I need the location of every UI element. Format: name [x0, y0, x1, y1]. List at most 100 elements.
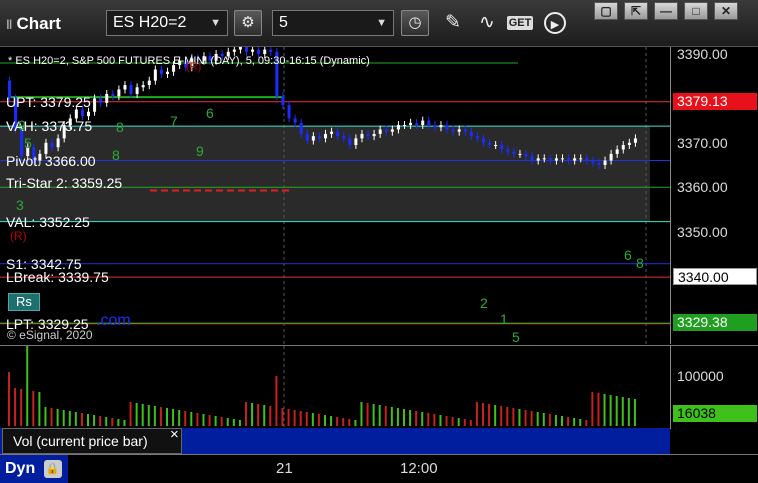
- volume-bar: [105, 417, 108, 426]
- volume-bar: [281, 408, 284, 426]
- volume-axis[interactable]: 100000 16038: [670, 345, 758, 429]
- candle-body: [366, 133, 370, 137]
- volume-bar: [20, 389, 23, 426]
- price-chart-svg: [0, 41, 670, 344]
- volume-bar: [299, 411, 302, 426]
- candle-body: [251, 49, 255, 52]
- td-marker: 5: [512, 329, 520, 345]
- volume-bar: [573, 418, 576, 426]
- volume-bar: [196, 413, 199, 426]
- volume-bar: [178, 410, 181, 426]
- candle-body: [445, 125, 449, 130]
- volume-bar: [26, 340, 29, 426]
- volume-study-text: Vol (current price bar): [13, 433, 148, 449]
- symbol-value: ES H20=2: [113, 14, 187, 31]
- get-data-icon[interactable]: GET: [505, 10, 535, 36]
- candle-body: [463, 129, 467, 132]
- volume-bar: [38, 392, 41, 426]
- volume-bar: [567, 417, 570, 426]
- chevron-down-icon[interactable]: ▼: [210, 11, 221, 35]
- price-chart[interactable]: * ES H20=2, S&P 500 FUTURES E-MINI (DAY)…: [0, 41, 670, 345]
- volume-study-label[interactable]: Vol (current price bar): [2, 428, 182, 454]
- volume-bar: [536, 412, 539, 426]
- price-axis[interactable]: 3390.003380.003370.003360.003350.003340.…: [670, 46, 758, 344]
- lock-icon[interactable]: 🔒: [43, 459, 62, 478]
- level-label: LPT: 3329.25: [6, 315, 89, 332]
- candle-body: [500, 145, 504, 150]
- candle-body: [50, 142, 54, 148]
- window-title-text: Chart: [16, 14, 61, 33]
- popout-button[interactable]: ⇱: [624, 2, 648, 20]
- play-icon[interactable]: ▶: [540, 10, 570, 36]
- gear-button[interactable]: ⚙: [234, 10, 262, 36]
- candle-body: [166, 71, 169, 74]
- volume-bar: [609, 395, 612, 426]
- td-marker: 6: [206, 105, 214, 121]
- level-label: VAL: 3352.25: [6, 213, 90, 230]
- close-button[interactable]: ✕: [714, 2, 738, 20]
- symbol-combo[interactable]: ES H20=2 ▼: [106, 10, 228, 36]
- volume-bar: [439, 415, 442, 426]
- rs-badge[interactable]: Rs: [8, 293, 40, 311]
- price-tick: 3350.00: [677, 223, 728, 240]
- candle-body: [609, 153, 613, 161]
- clock-button[interactable]: ◷: [401, 10, 429, 36]
- volume-bar: [93, 415, 96, 426]
- volume-bar: [62, 410, 65, 426]
- candle-body: [518, 153, 522, 155]
- volume-bar: [342, 418, 345, 426]
- candle-body: [396, 125, 400, 130]
- dynamic-mode-button[interactable]: Dyn 🔒: [0, 455, 68, 483]
- volume-bar: [153, 406, 156, 426]
- volume-bar: [245, 402, 247, 426]
- volume-bar: [445, 416, 448, 426]
- close-study-icon[interactable]: ×: [170, 426, 179, 443]
- candle-body: [390, 129, 394, 132]
- volume-bar: [421, 412, 424, 426]
- td-marker: 1: [500, 311, 508, 327]
- candle-body: [384, 129, 388, 132]
- volume-bar: [378, 405, 381, 426]
- candle-body: [123, 85, 127, 90]
- time-axis[interactable]: Dyn 🔒 21 12:00: [0, 454, 758, 483]
- price-tick: 3360.00: [677, 179, 728, 196]
- volume-bar: [123, 420, 126, 426]
- volume-bar: [56, 409, 59, 426]
- volume-legend-bar: Vol (current price bar) ×: [0, 426, 670, 454]
- interval-combo[interactable]: 5 ▼: [272, 10, 394, 36]
- volume-bar: [433, 414, 436, 426]
- volume-panel[interactable]: [0, 340, 670, 429]
- candle-body: [378, 129, 382, 134]
- volume-bar: [463, 419, 466, 426]
- time-label-1200: 12:00: [400, 460, 438, 477]
- volume-bar: [366, 403, 369, 426]
- candle-body: [80, 109, 84, 117]
- volume-bar: [548, 414, 551, 426]
- pencil-icon[interactable]: ✎: [438, 10, 468, 36]
- volume-bar: [518, 409, 521, 426]
- study-icon[interactable]: ∿: [472, 10, 502, 36]
- volume-bar: [336, 417, 339, 426]
- maximize-button[interactable]: □: [684, 2, 708, 20]
- dynamic-mode-label: Dyn: [5, 460, 36, 477]
- chevron-down-icon[interactable]: ▼: [376, 11, 387, 35]
- toolbar: ‖ Chart ES H20=2 ▼ ⚙ 5 ▼ ◷ ✎ ∿ GET ▶ ▢ ⇱ …: [0, 0, 758, 47]
- candle-body: [141, 85, 145, 88]
- volume-bar: [8, 372, 10, 426]
- volume-bar: [99, 416, 102, 426]
- restore-button[interactable]: ▢: [594, 2, 618, 20]
- grip-icon[interactable]: ‖: [6, 17, 12, 32]
- volume-bar: [208, 415, 211, 426]
- candle-body: [409, 122, 413, 126]
- volume-bar: [87, 414, 89, 426]
- volume-bar: [451, 417, 454, 426]
- volume-bar: [74, 412, 77, 426]
- candle-body: [354, 138, 358, 146]
- candle-body: [591, 160, 595, 163]
- candle-body: [494, 145, 498, 147]
- volume-bar: [238, 420, 241, 426]
- candle-body: [129, 85, 133, 94]
- candle-body: [403, 125, 406, 127]
- candle-body: [633, 138, 637, 143]
- minimize-button[interactable]: —: [654, 2, 678, 20]
